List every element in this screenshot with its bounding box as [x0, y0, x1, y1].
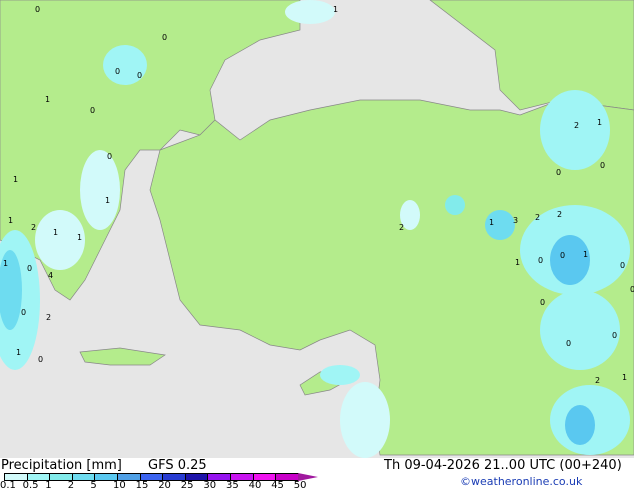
precip-value-label: 0 [556, 168, 561, 177]
scale-label: 45 [271, 480, 284, 491]
scale-label: 10 [113, 480, 126, 491]
scale-label: 30 [203, 480, 217, 491]
precip-value-label: 1 [45, 95, 50, 104]
precip-value-label: 1 [515, 258, 520, 267]
precip-value-label: 1 [53, 228, 58, 237]
product-title: Precipitation [mm] [1, 458, 122, 473]
precip-value-label: 0 [90, 106, 95, 115]
precip-value-label: 1 [333, 5, 338, 14]
scale-label: 0.1 [0, 480, 16, 491]
precip-value-label: 1 [16, 348, 21, 357]
scale-label: 25 [180, 480, 194, 491]
precip-value-label: 0 [35, 5, 40, 14]
legend: Precipitation [mm] GFS 0.25 Th 09-04-202… [0, 458, 634, 491]
precip-value-label: 0 [612, 331, 617, 340]
precip-value-label: 1 [3, 259, 8, 268]
scale-label: 40 [248, 480, 262, 491]
precip-value-label: 1 [489, 218, 494, 227]
credit-link[interactable]: ©weatheronline.co.uk [460, 475, 582, 488]
scale-label: 0.5 [22, 480, 39, 491]
precip-value-label: 0 [566, 339, 571, 348]
precip-value-label: 2 [574, 121, 579, 130]
precip-value-label: 1 [8, 216, 13, 225]
precip-value-label: 2 [535, 213, 540, 222]
precip-value-label: 0 [115, 67, 120, 76]
precip-value-label: 0 [560, 251, 565, 260]
precip-value-label: 0 [540, 298, 545, 307]
scale-label: 20 [158, 480, 171, 491]
precip-value-label: 0 [107, 152, 112, 161]
scale-label: 35 [226, 480, 239, 491]
precip-value-label: 1 [622, 373, 627, 382]
precip-value-label: 1 [77, 233, 82, 242]
precip-value-label: 1 [13, 175, 18, 184]
scale-label: 5 [90, 480, 97, 491]
precip-value-label: 0 [538, 256, 543, 265]
precip-value-label: 0 [27, 264, 32, 273]
precip-value-label: 4 [48, 271, 53, 280]
precip-value-label: 0 [38, 355, 43, 364]
precip-value-label: 3 [513, 216, 518, 225]
scale-label: 2 [67, 480, 75, 491]
scale-label: 50 [293, 480, 307, 491]
precip-value-label: 0 [600, 161, 605, 170]
precip-value-label: 0 [620, 261, 625, 270]
precip-value-label: 2 [31, 223, 36, 232]
precip-value-label: 2 [595, 376, 600, 385]
precip-value-label: 0 [162, 33, 167, 42]
valid-time: Th 09-04-2026 21..00 UTC (00+240) [384, 458, 622, 473]
precip-value-label: 2 [399, 223, 404, 232]
precip-value-label: 1 [597, 118, 602, 127]
precipitation-map: 0 1 0 0 0 1 0 0 1 1 1 2 1 1 1 0 4 0 2 1 0 1 3 2 2 2 1 0 0 1 0 0 0 2 1 0 0 0 0 2… [0, 0, 634, 458]
precip-value-label: 0 [21, 308, 26, 317]
precip-value-label: 2 [46, 313, 51, 322]
precip-value-label: 1 [583, 250, 588, 259]
precip-value-label: 1 [105, 196, 110, 205]
precip-value-label: 2 [557, 210, 562, 219]
precip-value-label: 0 [630, 285, 634, 294]
model-name: GFS 0.25 [148, 458, 207, 473]
scale-label: 1 [45, 480, 52, 491]
scale-label: 15 [135, 480, 149, 491]
precip-value-label: 0 [137, 71, 142, 80]
